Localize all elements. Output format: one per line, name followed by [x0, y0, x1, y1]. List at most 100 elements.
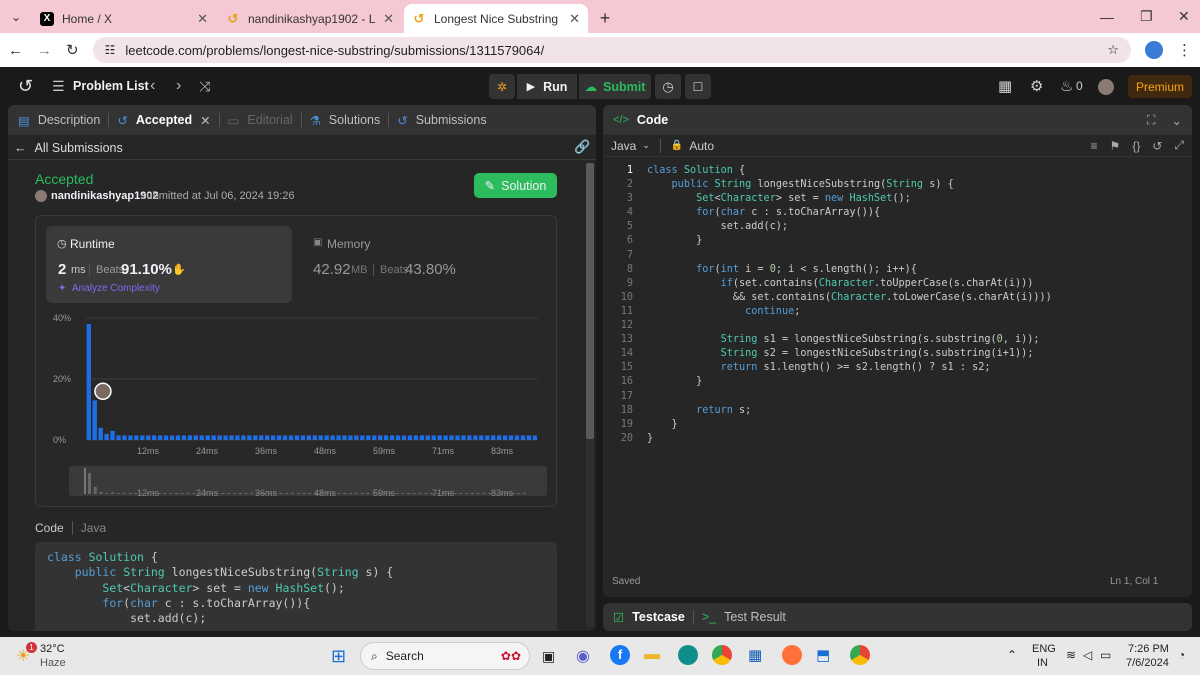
solution-button[interactable]: ✎ Solution	[474, 173, 557, 198]
facebook-icon[interactable]: f	[610, 645, 630, 665]
language-select[interactable]: Java	[611, 139, 636, 153]
left-scrollbar[interactable]	[586, 163, 594, 627]
edge-icon[interactable]	[678, 645, 698, 665]
code-line[interactable]: 5 set.add(c);	[603, 221, 1192, 235]
file-explorer-icon[interactable]: ▬	[644, 646, 660, 664]
minimize-panel-icon[interactable]: ⌄	[1172, 113, 1182, 128]
taskbar-search[interactable]: ⌕ Search ✿✿	[360, 642, 530, 670]
app-icon[interactable]: ⬒	[816, 646, 830, 664]
tab-submissions[interactable]: Submissions	[416, 113, 487, 127]
tab-test-result[interactable]: Test Result	[724, 610, 786, 624]
reload-icon[interactable]: ↻	[66, 41, 79, 59]
back-arrow-icon[interactable]: ←	[14, 141, 27, 155]
clock-date[interactable]: 7/6/2024	[1126, 657, 1169, 669]
code-line[interactable]: 9 if(set.contains(Character.toUpperCase(…	[603, 278, 1192, 292]
braces-icon[interactable]: {}	[1132, 139, 1140, 153]
chrome-icon[interactable]	[712, 645, 732, 665]
chevron-down-icon[interactable]: ⌄	[642, 140, 650, 151]
leetcode-logo-icon[interactable]: ↺	[18, 76, 33, 97]
premium-button[interactable]: Premium	[1128, 75, 1192, 98]
site-info-icon[interactable]: ☷	[105, 43, 116, 57]
next-problem-icon[interactable]: ›	[176, 77, 181, 95]
code-line[interactable]: 3 Set<Character> set = new HashSet();	[603, 193, 1192, 207]
code-line[interactable]: 11 continue;	[603, 306, 1192, 320]
code-line[interactable]: 12	[603, 320, 1192, 334]
expand-icon[interactable]: ⛶	[1147, 113, 1156, 128]
debug-button[interactable]: ✲	[489, 74, 515, 99]
prev-problem-icon[interactable]: ‹	[150, 77, 155, 95]
new-tab-button[interactable]: +	[590, 4, 620, 33]
battery-icon[interactable]: ▭	[1100, 648, 1111, 662]
language-in[interactable]: IN	[1037, 657, 1048, 669]
code-line[interactable]: 17	[603, 391, 1192, 405]
url-field[interactable]: ☷ leetcode.com/problems/longest-nice-sub…	[92, 37, 1131, 63]
bookmark-star-icon[interactable]: ☆	[1107, 42, 1119, 58]
back-icon[interactable]: ←	[8, 42, 23, 59]
code-line[interactable]: 20}	[603, 433, 1192, 447]
layout-grid-icon[interactable]: ▦	[998, 77, 1012, 95]
close-tab-icon[interactable]: ✕	[197, 11, 208, 27]
tab-editorial[interactable]: Editorial	[247, 113, 292, 127]
store-icon[interactable]: ▦	[748, 646, 762, 664]
forward-icon[interactable]: →	[37, 42, 52, 59]
browser-tab-problem[interactable]: ↺ Longest Nice Substring - LeetC ✕	[404, 4, 588, 33]
code-line[interactable]: 19 }	[603, 419, 1192, 433]
language-eng[interactable]: ENG	[1032, 643, 1056, 655]
shuffle-icon[interactable]: ⤨	[199, 78, 210, 95]
all-submissions-row[interactable]: ← All Submissions	[14, 138, 123, 158]
close-tab-icon[interactable]: ✕	[383, 11, 394, 27]
format-icon[interactable]: ≡	[1091, 139, 1098, 153]
code-line[interactable]: 14 String s2 = longestNiceSubstring(s.su…	[603, 348, 1192, 362]
code-line[interactable]: 4 for(char c : s.toCharArray()){	[603, 207, 1192, 221]
task-view-icon[interactable]: ▣	[542, 648, 555, 665]
fullscreen-icon[interactable]: ⤢	[1174, 138, 1184, 153]
settings-gear-icon[interactable]: ⚙	[1030, 77, 1043, 95]
code-line[interactable]: 15 return s1.length() >= s2.length() ? s…	[603, 362, 1192, 376]
code-line[interactable]: 18 return s;	[603, 405, 1192, 419]
share-link-icon[interactable]: 🔗	[574, 139, 590, 155]
start-windows-icon[interactable]: ⊞	[331, 646, 346, 667]
streak-fire-icon[interactable]: ♨	[1060, 77, 1073, 95]
minimize-icon[interactable]: —	[1100, 0, 1114, 33]
tab-testcase[interactable]: Testcase	[632, 610, 685, 624]
timer-button[interactable]: ◷	[655, 74, 681, 99]
all-submissions-link[interactable]: All Submissions	[35, 141, 123, 155]
run-button[interactable]: ▶ Run	[517, 74, 577, 99]
code-line[interactable]: 16 }	[603, 376, 1192, 390]
notification-icon[interactable]: ◔	[1178, 648, 1185, 662]
code-editor[interactable]: 1 class Solution {2 public String longest…	[603, 165, 1192, 455]
tab-description[interactable]: Description	[38, 113, 101, 127]
wifi-icon[interactable]: ≋	[1066, 648, 1076, 662]
auto-mode[interactable]: Auto	[689, 139, 714, 153]
submit-button[interactable]: ☁ Submit	[579, 74, 651, 99]
browser-tab-x[interactable]: X Home / X ✕	[32, 4, 216, 33]
code-line[interactable]: 13 String s1 = longestNiceSubstring(s.su…	[603, 334, 1192, 348]
problem-list-link[interactable]: Problem List	[73, 79, 149, 93]
code-line[interactable]: 7	[603, 250, 1192, 264]
tab-accepted[interactable]: Accepted	[136, 113, 192, 127]
menu-kebab-icon[interactable]: ⋮	[1177, 41, 1192, 59]
clock-time[interactable]: 7:26 PM	[1128, 643, 1169, 655]
browser-tab-profile[interactable]: ↺ nandinikashyap1902 - LeetCode ✕	[218, 4, 402, 33]
runtime-distribution-chart[interactable]: 40% 20% 0% 12ms 24ms 36ms 48ms 59ms 71ms 83ms 12ms…	[36, 216, 556, 506]
code-line[interactable]: 1 class Solution {	[603, 165, 1192, 179]
user-avatar[interactable]	[1098, 79, 1114, 95]
tab-search-chevron-icon[interactable]: ⌄	[0, 0, 32, 33]
reset-icon[interactable]: ↺	[1152, 139, 1162, 153]
tray-chevron-icon[interactable]: ⌃	[1007, 648, 1017, 662]
notes-button[interactable]: ☐	[685, 74, 711, 99]
close-tab-icon[interactable]: ✕	[569, 11, 580, 27]
code-line[interactable]: 6 }	[603, 235, 1192, 249]
maximize-icon[interactable]: ❐	[1140, 0, 1153, 33]
close-window-icon[interactable]: ✕	[1178, 0, 1190, 33]
tab-solutions[interactable]: Solutions	[329, 113, 380, 127]
bookmark-icon[interactable]: ⚑	[1110, 139, 1121, 153]
code-line[interactable]: 2 public String longestNiceSubstring(Str…	[603, 179, 1192, 193]
volume-icon[interactable]: ◁	[1083, 648, 1092, 662]
active-chrome-icon[interactable]	[850, 645, 870, 665]
close-tab-icon[interactable]: ✕	[200, 113, 210, 128]
code-line[interactable]: 8 for(int i = 0; i < s.length(); i++){	[603, 264, 1192, 278]
code-line[interactable]: 10 && set.contains(Character.toLowerCase…	[603, 292, 1192, 306]
chat-app-icon[interactable]: ◉	[576, 646, 590, 666]
profile-avatar[interactable]	[1145, 41, 1163, 59]
